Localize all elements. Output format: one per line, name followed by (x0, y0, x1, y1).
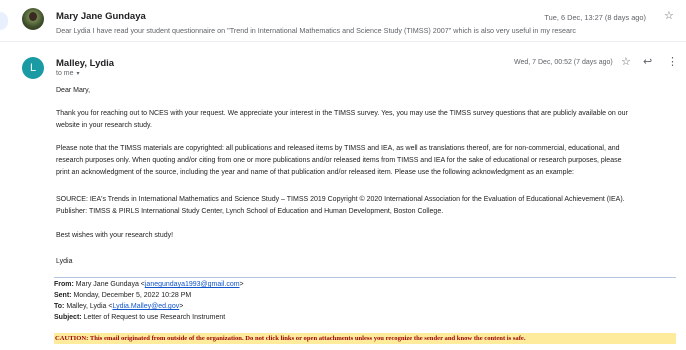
star-icon[interactable]: ☆ (621, 57, 631, 68)
collapsed-message[interactable]: Mary Jane Gundaya Dear Lydia I have read… (0, 0, 686, 42)
to-end: > (179, 303, 184, 310)
closing-line: Best wishes with your research study! (56, 232, 174, 239)
quoted-from-line: From: Mary Jane Gundaya <janegundaya1993… (54, 281, 244, 288)
subject-value: Letter of Request to use Research Instru… (83, 314, 226, 321)
paragraph-2-line-1: Please note that the TIMSS materials are… (56, 145, 620, 152)
reply-icon[interactable]: ↩ (643, 57, 652, 68)
to-name: Malley, Lydia < (66, 303, 113, 310)
quoted-sent-line: Sent: Monday, December 5, 2022 10:28 PM (54, 292, 191, 299)
paragraph-1-line-1: Thank you for reaching out to NCES with … (56, 110, 628, 117)
chevron-down-icon[interactable]: ▾ (77, 71, 80, 77)
quoted-to-line: To: Malley, Lydia <Lydia.Malley@ed.gov> (54, 303, 183, 310)
thread-indicator (0, 0, 12, 42)
collapsed-sender-name: Mary Jane Gundaya (56, 11, 146, 22)
from-label: From: (54, 281, 74, 288)
to-label: to me (56, 70, 74, 77)
collapsed-date: Tue, 6 Dec, 13:27 (8 days ago) (544, 13, 646, 22)
greeting: Dear Mary, (56, 87, 91, 94)
sender-avatar: L (22, 57, 44, 79)
sender-name[interactable]: Malley, Lydia (56, 58, 114, 69)
from-name: Mary Jane Gundaya < (75, 281, 145, 288)
sent-value: Monday, December 5, 2022 10:28 PM (73, 292, 192, 299)
paragraph-3-line-1: SOURCE: IEA's Trends in International Ma… (56, 196, 625, 203)
paragraph-3-line-2: Publisher: TIMSS & PIRLS International S… (56, 208, 444, 215)
signature: Lydia (56, 258, 73, 265)
subject-label: Subject: (54, 314, 82, 321)
sent-label: Sent: (54, 292, 72, 299)
to-label-quoted: To: (54, 303, 65, 310)
sender-avatar-photo (22, 8, 44, 30)
from-end: > (239, 281, 244, 288)
star-icon[interactable]: ☆ (664, 11, 674, 22)
quoted-divider (54, 277, 676, 278)
more-options-icon[interactable]: ⋮ (667, 57, 678, 68)
message-date: Wed, 7 Dec, 00:52 (7 days ago) (514, 59, 613, 66)
quoted-subject-line: Subject: Letter of Request to use Resear… (54, 314, 225, 321)
to-email-link[interactable]: Lydia.Malley@ed.gov (112, 303, 179, 310)
from-email-link[interactable]: janegundaya1993@gmail.com (145, 281, 240, 288)
paragraph-2-line-3: print an acknowledgment of the source, i… (56, 169, 574, 176)
paragraph-1-line-2: website in your research study. (56, 122, 152, 129)
recipient-details[interactable]: to me ▾ (56, 70, 80, 77)
caution-banner: CAUTION: This email originated from outs… (54, 333, 676, 344)
collapsed-snippet: Dear Lydia I have read your student ques… (56, 26, 576, 35)
paragraph-2-line-2: research purposes only. When quoting and… (56, 157, 622, 164)
